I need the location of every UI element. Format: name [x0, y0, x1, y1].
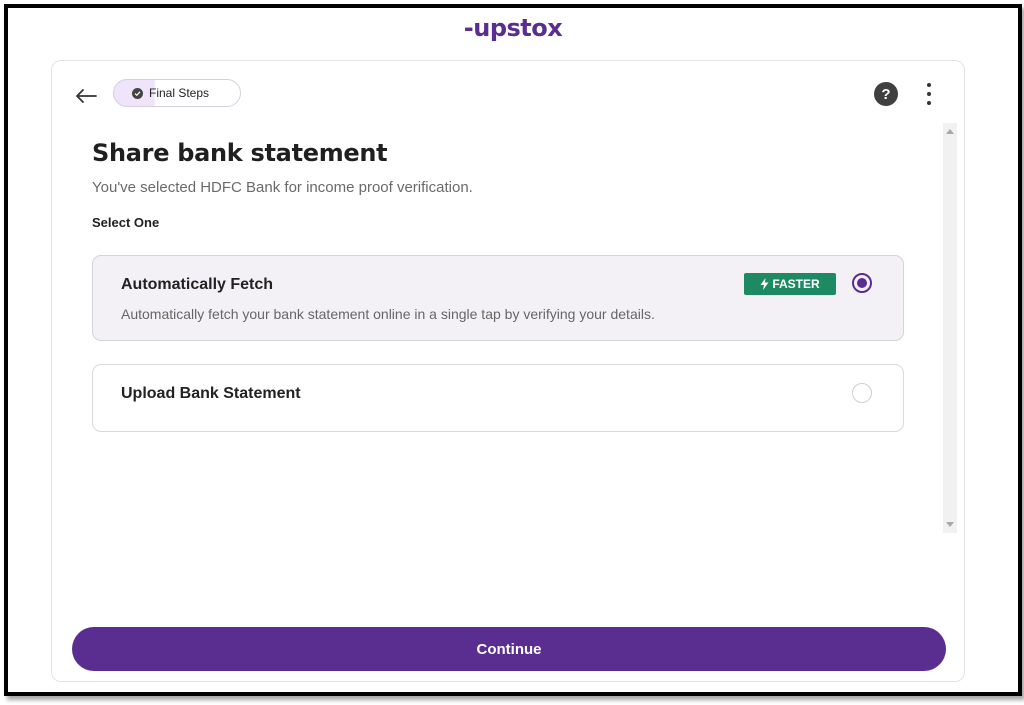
arrow-left-icon [76, 89, 97, 103]
continue-button[interactable]: Continue [72, 627, 946, 671]
radio-unselected[interactable] [852, 383, 872, 403]
step-pill: Final Steps [113, 79, 241, 107]
option-title: Upload Bank Statement [121, 385, 301, 402]
back-button[interactable] [72, 83, 100, 109]
page-title: Share bank statement [92, 139, 388, 167]
more-vertical-icon[interactable] [921, 81, 937, 107]
scroll-down-icon[interactable] [946, 522, 954, 527]
radio-selected[interactable] [852, 273, 872, 293]
upstox-logo: -upstox [463, 14, 563, 42]
question-circle-icon[interactable]: ? [874, 82, 898, 106]
option-upload-bank-statement[interactable]: Upload Bank Statement [92, 364, 904, 432]
check-circle-icon [132, 87, 143, 99]
select-one-label: Select One [92, 215, 160, 230]
faster-badge: FASTER [744, 273, 836, 295]
app-window: -upstox Final Steps ? Share bank stateme… [4, 4, 1022, 696]
option-automatically-fetch[interactable]: Automatically Fetch Automatically fetch … [92, 255, 904, 341]
onboarding-card: Final Steps ? Share bank statement You'v… [51, 60, 965, 682]
lightning-icon [760, 278, 769, 290]
page-subtitle: You've selected HDFC Bank for income pro… [92, 179, 473, 196]
option-title: Automatically Fetch [121, 276, 274, 293]
option-description: Automatically fetch your bank statement … [121, 306, 655, 322]
scrollbar[interactable] [943, 123, 957, 533]
step-pill-label: Final Steps [149, 86, 210, 100]
faster-badge-label: FASTER [772, 277, 820, 291]
scroll-up-icon[interactable] [946, 129, 954, 134]
